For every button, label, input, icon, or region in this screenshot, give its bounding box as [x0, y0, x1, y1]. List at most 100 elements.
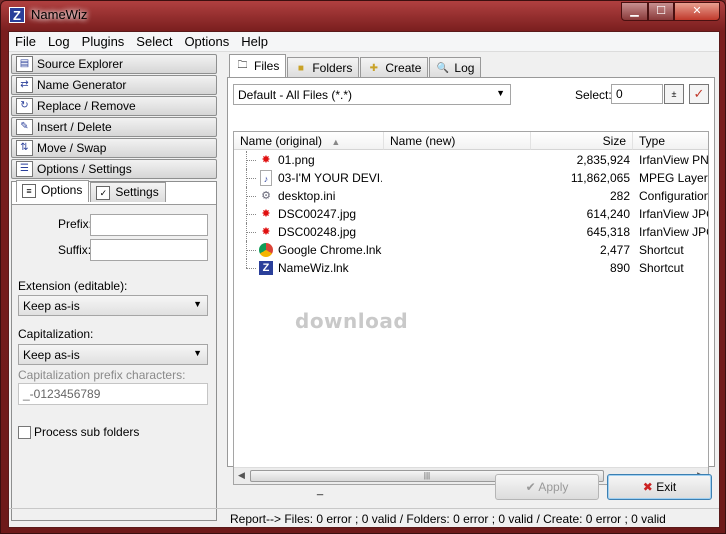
menu-help[interactable]: Help [235, 32, 274, 52]
folder-search-icon: ▤ [16, 56, 33, 72]
file-name: Google Chrome.lnk [278, 243, 382, 257]
capitalization-select[interactable]: Keep as-is ▼ [18, 344, 208, 365]
column-type[interactable]: Type [633, 132, 708, 150]
audio-file-icon: ♪ [260, 170, 272, 186]
table-row[interactable]: ✸ DSC00248.jpg 645,318 IrfanView JPG [234, 223, 709, 241]
tab-folders[interactable]: ■ Folders [287, 57, 360, 78]
minimize-button[interactable]: ▁ [621, 2, 648, 21]
file-name: DSC00247.jpg [278, 207, 357, 221]
select-spin-button[interactable]: ± [664, 84, 684, 104]
chrome-icon [259, 243, 273, 257]
file-type: Shortcut [639, 261, 684, 275]
tab-options[interactable]: ≡ Options [16, 180, 90, 202]
select-count-input[interactable]: 0 [611, 84, 663, 104]
file-type: MPEG Layer 3 [639, 171, 708, 185]
log-icon: 🔍 [436, 63, 450, 74]
prefix-label: Prefix: [58, 217, 93, 231]
menu-log[interactable]: Log [42, 32, 76, 52]
config-file-icon: ⚙ [261, 190, 271, 202]
file-size: 2,477 [599, 243, 630, 257]
prefix-input[interactable] [90, 214, 208, 236]
scroll-left-icon[interactable]: ◀ [238, 470, 245, 481]
suffix-input[interactable] [90, 239, 208, 261]
name-generator-label: Name Generator [37, 78, 127, 92]
tab-log[interactable]: 🔍 Log [429, 57, 482, 78]
apply-button[interactable]: ✔ Apply [495, 474, 599, 500]
tab-log-label: Log [454, 61, 475, 75]
left-panel: ▤ Source Explorer ⇄ Name Generator ↻ Rep… [11, 54, 219, 524]
tree-tick [246, 250, 256, 251]
name-generator-button[interactable]: ⇄ Name Generator [11, 75, 217, 95]
tab-files[interactable]: 🗀 Files [229, 54, 287, 78]
title-bar[interactable]: Z NameWiz ▁ ☐ ✕ [1, 1, 725, 31]
checkmark-icon[interactable]: ✓ [689, 84, 709, 104]
move-icon: ⇅ [16, 140, 33, 156]
source-explorer-button[interactable]: ▤ Source Explorer [11, 54, 217, 74]
table-row[interactable]: Z NameWiz.lnk 890 Shortcut [234, 259, 708, 277]
source-explorer-label: Source Explorer [37, 57, 124, 71]
column-name-original-label: Name (original) [240, 134, 323, 148]
window-title: NameWiz [31, 7, 88, 22]
file-size: 282 [609, 189, 630, 203]
check-icon: ✔ [525, 480, 539, 494]
table-row[interactable]: Google Chrome.lnk 2,477 Shortcut [234, 241, 708, 259]
menu-select[interactable]: Select [130, 32, 178, 52]
sort-asc-icon: ▲ [331, 137, 341, 147]
tab-options-label: Options [41, 183, 83, 197]
exit-button[interactable]: ✖ Exit [607, 474, 712, 500]
namewiz-app-icon[interactable]: Z [9, 7, 25, 23]
irfanview-icon: ✸ [261, 154, 271, 166]
tab-settings[interactable]: ✓ Settings [90, 182, 166, 202]
move-swap-button[interactable]: ⇅ Move / Swap [11, 138, 217, 158]
file-size: 614,240 [586, 207, 630, 221]
watermark-logo: download [295, 309, 409, 333]
move-swap-label: Move / Swap [37, 141, 107, 155]
main-tabs: 🗀 Files ■ Folders ✚ Create 🔍 Log [229, 54, 482, 78]
file-size: 11,862,065 [570, 171, 630, 185]
file-list[interactable]: Name (original) ▲ Name (new) Size Type ✸… [233, 131, 709, 485]
exit-label: Exit [656, 480, 677, 494]
filter-select[interactable]: Default - All Files (*.*) ▼ [233, 84, 511, 105]
settings-tab-icon: ✓ [96, 186, 111, 200]
filter-value: Default - All Files (*.*) [238, 88, 353, 102]
column-name-new[interactable]: Name (new) [384, 132, 531, 150]
file-type: Configuration s [639, 189, 709, 203]
table-row[interactable]: ✸ 01.png 2,835,924 IrfanView PNG [234, 151, 708, 169]
options-area: ≡ Options ✓ Settings Prefix: Suffix: Ext… [11, 180, 217, 521]
progress-indicator: _ [317, 484, 324, 496]
file-type: IrfanView JPG [639, 225, 709, 239]
table-row[interactable]: ✸ DSC00247.jpg 614,240 IrfanView JPG [234, 205, 708, 223]
menu-options[interactable]: Options [178, 32, 235, 52]
table-row[interactable]: ♪ 03-I'M YOUR DEVI... 11,862,065 MPEG La… [234, 169, 708, 187]
options-body: Prefix: Suffix: Extension (editable): Ke… [12, 204, 216, 520]
table-row[interactable]: ⚙ desktop.ini 282 Configuration s [234, 187, 709, 205]
options-subtabs: ≡ Options ✓ Settings [16, 180, 167, 204]
file-name: desktop.ini [278, 189, 336, 203]
capitalization-label: Capitalization: [18, 327, 94, 341]
menu-plugins[interactable]: Plugins [76, 32, 131, 52]
file-name: NameWiz.lnk [278, 261, 349, 275]
insert-delete-button[interactable]: ✎ Insert / Delete [11, 117, 217, 137]
app-window: Z NameWiz ▁ ☐ ✕ File Log Plugins Select … [0, 0, 726, 534]
extension-value: Keep as-is [23, 299, 80, 313]
extension-select[interactable]: Keep as-is ▼ [18, 295, 208, 316]
close-button[interactable]: ✕ [674, 2, 720, 21]
column-size[interactable]: Size [531, 132, 633, 150]
tree-tick [246, 178, 256, 179]
file-name: 03-I'M YOUR DEVI... [278, 171, 382, 185]
cap-prefix-input[interactable]: _-0123456789 [18, 383, 208, 405]
tab-settings-label: Settings [115, 185, 159, 199]
create-folder-icon: ✚ [369, 63, 379, 74]
tab-create[interactable]: ✚ Create [360, 57, 429, 78]
options-settings-button[interactable]: ☰ Options / Settings [11, 159, 217, 179]
file-name: DSC00248.jpg [278, 225, 357, 239]
folder-icon: ■ [297, 63, 304, 74]
menu-file[interactable]: File [9, 32, 42, 52]
column-name-original[interactable]: Name (original) ▲ [234, 132, 384, 150]
maximize-button[interactable]: ☐ [648, 2, 674, 21]
replace-remove-button[interactable]: ↻ Replace / Remove [11, 96, 217, 116]
process-subfolders-checkbox[interactable] [18, 426, 31, 439]
file-size: 2,835,924 [576, 153, 630, 167]
tree-tick [246, 196, 256, 197]
menu-bar: File Log Plugins Select Options Help [9, 32, 719, 52]
